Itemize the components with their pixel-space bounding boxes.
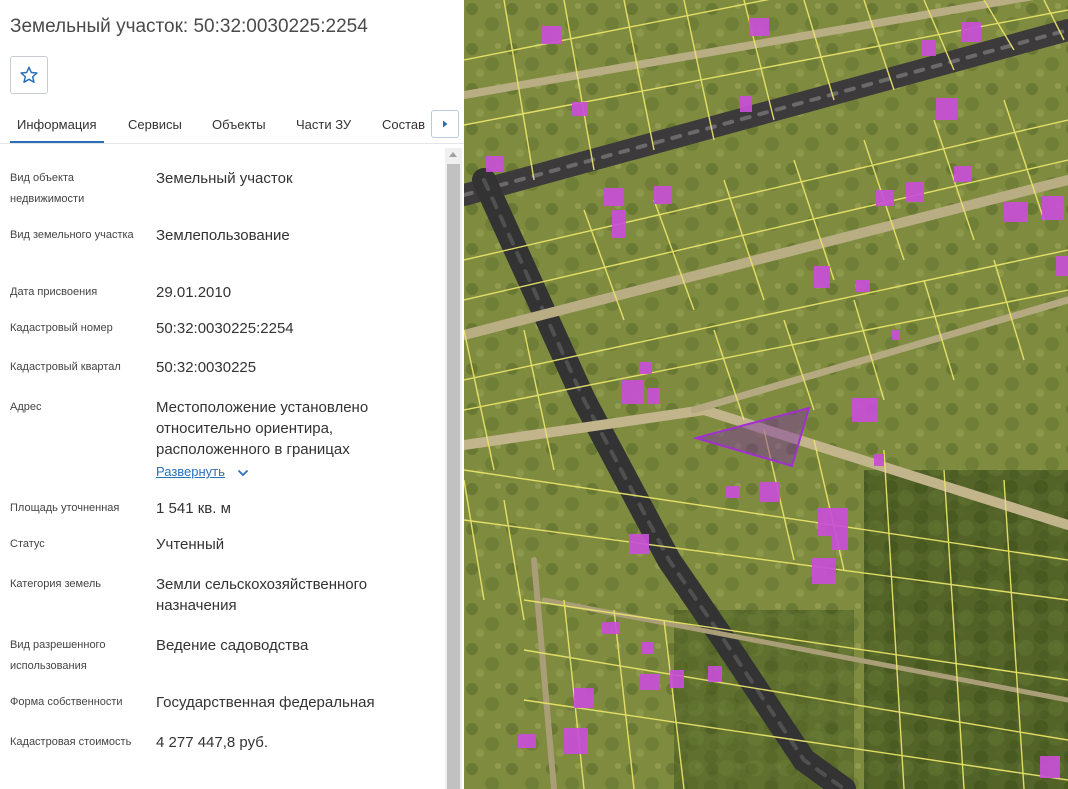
page-title: Земельный участок: 50:32:0030225:2254 bbox=[10, 16, 368, 37]
property-label: Дата присвоения bbox=[10, 286, 98, 298]
scrollbar-thumb[interactable] bbox=[447, 164, 460, 789]
property-label: Статус bbox=[10, 538, 45, 550]
property-label: Форма собственности bbox=[10, 696, 123, 708]
property-value: Государственная федеральная bbox=[156, 694, 375, 711]
expand-address-link[interactable]: Развернуть bbox=[156, 464, 225, 479]
star-outline-icon bbox=[20, 66, 38, 83]
property-value: Земельный участок bbox=[156, 170, 293, 187]
property-value: 4 277 447,8 руб. bbox=[156, 734, 269, 751]
favorite-button[interactable] bbox=[10, 56, 48, 94]
tab-bar: Информация Сервисы Объекты Части ЗУ Сост… bbox=[0, 106, 464, 144]
tab-services[interactable]: Сервисы bbox=[128, 106, 182, 143]
info-panel: Земельный участок: 50:32:0030225:2254 Ин… bbox=[0, 0, 464, 789]
scrollbar[interactable] bbox=[445, 148, 462, 789]
property-value: Ведение садоводства bbox=[156, 637, 309, 654]
property-label: Кадастровый квартал bbox=[10, 361, 121, 373]
property-value: 50:32:0030225 bbox=[156, 359, 257, 376]
property-value: Учтенный bbox=[156, 536, 225, 553]
property-label: Категория земель bbox=[10, 578, 101, 590]
property-label: Вид земельного участка bbox=[10, 229, 134, 241]
scroll-up-arrow-icon[interactable] bbox=[449, 152, 457, 157]
property-value: Земли сельскохозяйственного назначения bbox=[156, 576, 368, 614]
property-value: Землепользование bbox=[156, 227, 290, 244]
caret-right-icon bbox=[443, 120, 448, 128]
property-label: Площадь уточненная bbox=[10, 502, 120, 514]
tab-parts[interactable]: Части ЗУ bbox=[296, 106, 351, 143]
property-label: Адрес bbox=[10, 401, 42, 413]
property-value: 1 541 кв. м bbox=[156, 500, 231, 517]
property-label: Кадастровая стоимость bbox=[10, 736, 132, 748]
property-value: 50:32:0030225:2254 bbox=[156, 320, 294, 337]
property-label: Вид объекта недвижимости bbox=[10, 172, 85, 205]
cadastral-map[interactable] bbox=[464, 0, 1068, 789]
tabs-scroll-right-button[interactable] bbox=[431, 110, 459, 138]
property-value: Местоположение установлено относительно … bbox=[156, 399, 369, 458]
tab-information[interactable]: Информация bbox=[10, 106, 104, 143]
tab-objects[interactable]: Объекты bbox=[212, 106, 266, 143]
property-label: Вид разрешенного использования bbox=[10, 639, 106, 672]
property-label: Кадастровый номер bbox=[10, 322, 113, 334]
tab-composition[interactable]: Состав bbox=[382, 106, 425, 143]
property-value: 29.01.2010 bbox=[156, 284, 232, 301]
satellite-map-layer[interactable] bbox=[464, 0, 1068, 789]
chevron-down-icon[interactable] bbox=[237, 469, 249, 477]
